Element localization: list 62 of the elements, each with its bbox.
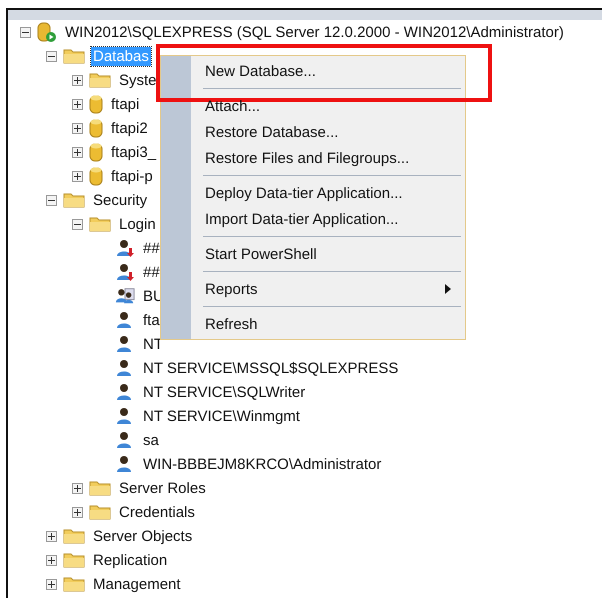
tree-item[interactable]: ftapi-p [109,166,155,186]
tree-item[interactable]: Credentials [117,502,197,522]
tree-item[interactable]: ## [141,238,162,258]
tree-item[interactable]: Server Objects [91,526,194,546]
tree-item[interactable]: NT SERVICE\MSSQL$SQLEXPRESS [141,358,400,378]
user-group-icon [115,287,135,305]
menu-item[interactable]: Start PowerShell [161,241,465,267]
expand-icon[interactable] [72,506,83,518]
menu-item[interactable]: Reports [161,276,465,302]
tree-item[interactable]: Server Roles [117,478,208,498]
database-icon [89,94,103,114]
tree-item[interactable]: ftapi [109,94,142,114]
expand-icon[interactable] [72,146,83,158]
database-icon [89,142,103,162]
collapse-icon[interactable] [46,194,57,206]
tree-item[interactable]: ftapi2 [109,118,150,138]
expand-icon[interactable] [72,74,83,86]
menu-item[interactable]: Attach... [161,93,465,119]
tree-item[interactable]: ## [141,262,162,282]
folder-icon [63,528,85,544]
tree-item[interactable]: sa [141,430,161,450]
menu-item[interactable]: New Database... [161,58,465,84]
server-icon [37,21,57,43]
menu-item[interactable]: Import Data-tier Application... [161,206,465,232]
folder-icon [89,216,111,232]
tree-item[interactable]: Replication [91,550,170,570]
user-down-arrow-icon [115,239,135,257]
folder-icon [63,192,85,208]
collapse-icon[interactable] [20,26,31,38]
tree-item[interactable]: Management [91,574,183,594]
menu-item[interactable]: Deploy Data-tier Application... [161,180,465,206]
folder-icon [89,504,111,520]
tree-item[interactable]: Syste [117,70,159,90]
database-icon [89,166,103,186]
menu-item[interactable]: Restore Files and Filegroups... [161,145,465,171]
tree-item[interactable]: Security [91,190,150,210]
tree-item[interactable]: Login [117,214,158,234]
expand-icon[interactable] [46,578,57,590]
tree-item[interactable]: fta [141,310,162,330]
expand-icon[interactable] [72,482,83,494]
collapse-icon[interactable] [46,50,57,62]
expand-icon[interactable] [72,170,83,182]
folder-icon [63,48,85,64]
database-icon [89,118,103,138]
folder-icon [63,576,85,592]
tree-item[interactable]: WIN2012\SQLEXPRESS (SQL Server 12.0.2000 - WIN2012\Administrator) [63,22,566,42]
tree-item[interactable]: NT SERVICE\SQLWriter [141,382,308,402]
tree-item[interactable]: ftapi3_ [109,142,158,162]
folder-icon [63,552,85,568]
folder-icon [89,72,111,88]
menu-item[interactable]: Restore Database... [161,119,465,145]
user-down-arrow-icon [115,263,135,281]
expand-icon[interactable] [46,554,57,566]
submenu-arrow-icon [445,284,451,294]
tree-item[interactable]: NT SERVICE\Winmgmt [141,406,302,426]
folder-icon [89,480,111,496]
collapse-icon[interactable] [72,218,83,230]
expand-icon[interactable] [72,122,83,134]
menu-item[interactable]: Refresh [161,311,465,337]
tree-item[interactable]: WIN-BBBEJM8KRCO\Administrator [141,454,384,474]
expand-icon[interactable] [46,530,57,542]
expand-icon[interactable] [72,98,83,110]
